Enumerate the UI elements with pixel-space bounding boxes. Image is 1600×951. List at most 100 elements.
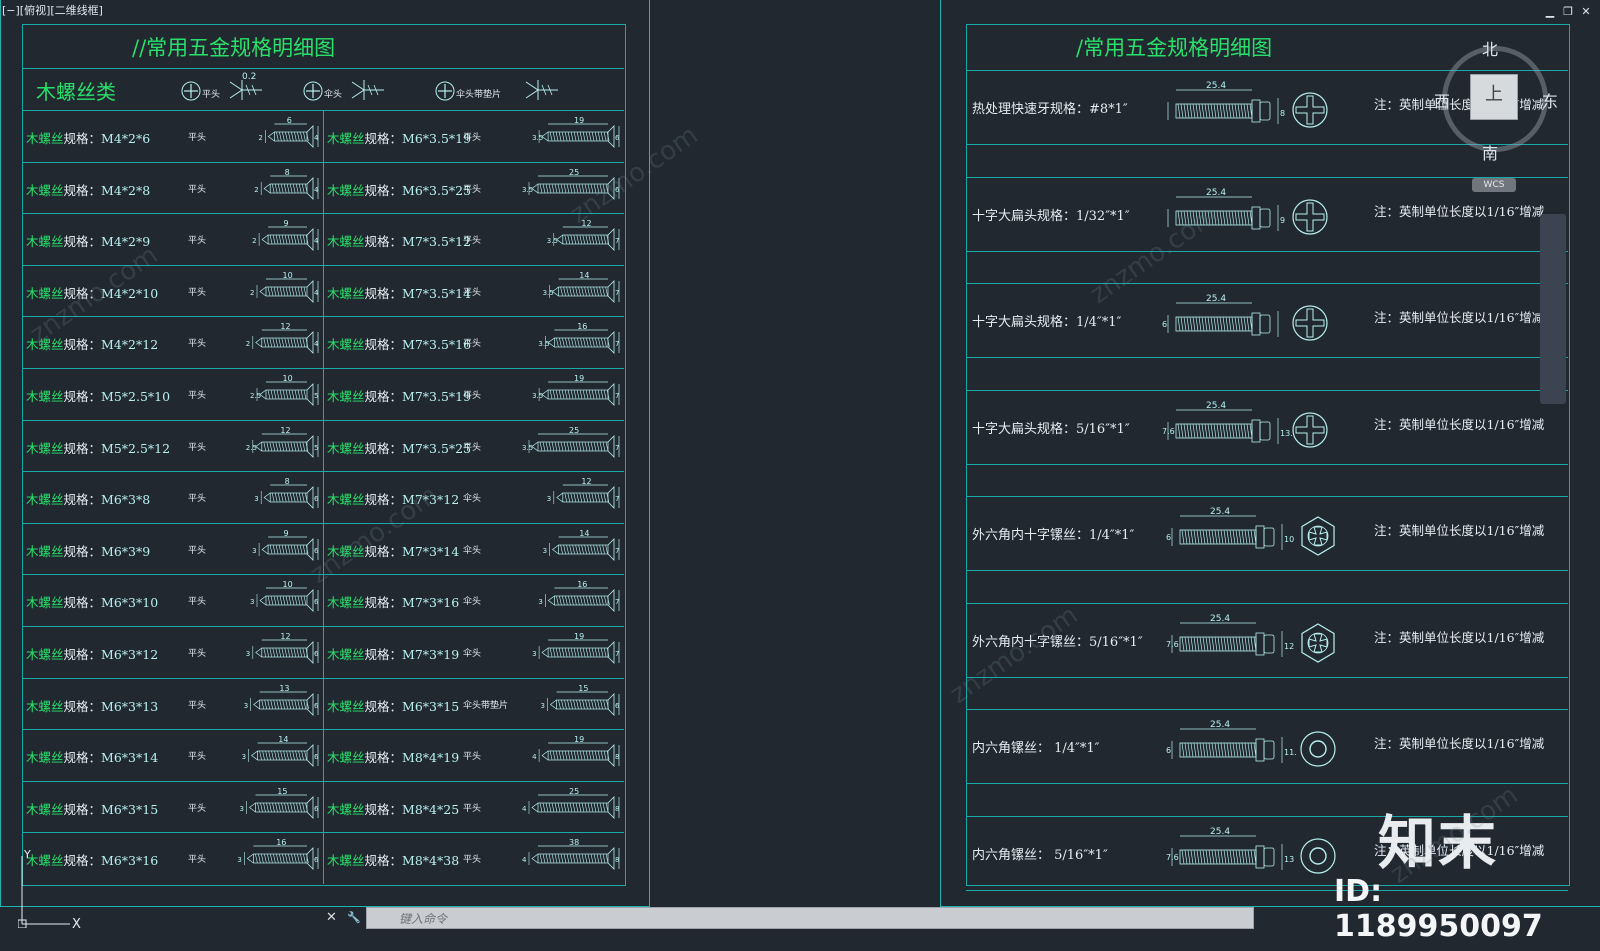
spec-label: 木螺丝规格：M6*3.5*19	[327, 128, 471, 147]
svg-text:3: 3	[254, 495, 258, 503]
row-divider	[22, 626, 323, 627]
spec-prefix: 木螺丝	[26, 543, 64, 559]
screw-diagram-icon: 13 6 3	[244, 684, 319, 716]
viewcube[interactable]: 上 北 南 西 东	[1434, 40, 1558, 163]
unit-note: 注：英制单位长度以1/16″增减	[1374, 310, 1545, 325]
row-divider	[323, 471, 624, 473]
screw-diagram-icon: 8 6 3	[254, 477, 319, 510]
screw-diagram-icon: 10 4 2	[250, 271, 319, 303]
spec-label: 木螺丝规格：M7*3*14	[327, 541, 459, 560]
spec-value: M6*3.5*19	[402, 131, 472, 146]
screw-diagram-icon: 14 7 3	[543, 529, 619, 561]
spec-value: M6*3*9	[101, 543, 151, 559]
spec-caption: 规格：	[364, 234, 403, 250]
wcs-menu[interactable]: WCS	[1472, 178, 1516, 192]
svg-text:9: 9	[284, 529, 289, 538]
spec-label: 木螺丝规格：M7*3*19	[327, 644, 459, 663]
table-row: 木螺丝规格：M6*3*15 平头 15 6 3	[22, 781, 323, 831]
spec-caption: 规格：	[364, 698, 403, 714]
spec-caption: 规格：	[63, 389, 102, 404]
spec-prefix: 木螺丝	[26, 750, 64, 766]
table-row: 外六角内十字镙丝：1/4″*1″ 25.4 10 6 注：英制单位长度以1/16″增减	[966, 496, 1568, 603]
screw-drawing: 25.4 12 7.6	[1166, 613, 1296, 677]
row-divider	[966, 463, 1568, 465]
customize-wrench-icon[interactable]: 🔧	[347, 911, 361, 924]
compass-east[interactable]: 东	[1542, 88, 1558, 112]
spec-value: M6*3.5*25	[402, 182, 472, 198]
spec-value: M8*4*38	[402, 853, 460, 869]
head-type-label: 伞头带垫片	[456, 90, 502, 100]
spec-caption: 规格：	[63, 595, 102, 611]
command-buttons: ✕ 🔧	[318, 906, 366, 930]
row-divider	[22, 316, 323, 318]
spec-caption: 规格：	[63, 440, 102, 456]
table-row: 木螺丝规格：M4*2*8 平头 8 4 2	[22, 162, 323, 212]
screw-drawing: 12 7 3.5	[514, 219, 622, 263]
spec-prefix: 木螺丝	[26, 595, 64, 611]
command-close-icon[interactable]: ✕	[326, 910, 337, 925]
spec-label: 木螺丝规格：M6*3*14	[26, 747, 158, 766]
svg-text:4: 4	[314, 134, 319, 142]
svg-text:3: 3	[538, 598, 542, 606]
screw-drawing: 19 6 3.5	[514, 116, 622, 160]
spec-value: M4*2*9	[101, 234, 151, 250]
head-type: 伞头	[463, 494, 482, 505]
spec-value: M8*4*19	[402, 750, 460, 766]
screw-drawing: 10 5 2.5	[213, 374, 321, 418]
screw-drawing: 38 8 4	[514, 838, 622, 882]
head-type: 平头	[188, 545, 207, 556]
svg-text:7: 7	[615, 598, 619, 606]
row-divider	[966, 357, 1568, 358]
svg-text:3.5: 3.5	[532, 392, 543, 400]
svg-text:X: X	[72, 917, 81, 928]
countersunk-side-icon	[351, 80, 384, 100]
table-row: 外六角内十字镙丝：5/16″*1″ 25.4 12 7.6 注：英制单位长度以1/16″…	[966, 603, 1568, 710]
svg-text:5: 5	[314, 392, 318, 400]
spec-label: 木螺丝规格：M4*2*6	[26, 128, 150, 147]
svg-text:12: 12	[280, 322, 290, 331]
svg-text:13: 13	[1284, 855, 1294, 864]
row-divider	[323, 677, 624, 679]
svg-text:6: 6	[1166, 533, 1171, 542]
screw-diagram-icon: 25 8 4	[522, 787, 619, 819]
screw-diagram-icon: 16 7 3.5	[538, 322, 619, 355]
svg-text:4: 4	[532, 753, 537, 761]
screw-side-view-icon: 25.48	[1167, 81, 1285, 124]
navigation-bar[interactable]	[1540, 214, 1566, 404]
viewcube-face-top[interactable]: 上	[1470, 74, 1518, 120]
table-row: 木螺丝规格：M7*3.5*25 平头 25 7 3.5	[323, 420, 624, 470]
socket-head-icon	[1300, 837, 1336, 874]
svg-text:6: 6	[287, 116, 292, 125]
spec-value: M7*3.5*25	[402, 440, 472, 456]
cad-workspace[interactable]: [−][俯视][二维线框] ▁ ❐ ✕ //常用五金规格明细图 木螺丝类 平头 0…	[0, 0, 1600, 951]
spec-value: M6*3*10	[101, 595, 159, 611]
command-line: ✕ 🔧 键入命令	[318, 906, 1254, 930]
spec-caption: 规格：	[364, 389, 403, 404]
screw-drawing: 19 8 4	[514, 735, 622, 779]
command-input[interactable]: 键入命令	[366, 907, 1254, 929]
table-row: 十字大扁头规格：1/4″*1″ 25.4 6 注：英制单位长度以1/16″增减	[966, 283, 1568, 390]
svg-text:4: 4	[522, 856, 527, 864]
screw-side-view-icon: 25.4 13 7.6	[1166, 827, 1294, 870]
compass-north[interactable]: 北	[1482, 36, 1498, 60]
table-row: 木螺丝规格：M7*3.5*19 平头 19 7 3.5	[323, 368, 624, 418]
spec-label: 木螺丝规格：M8*4*25	[327, 799, 459, 818]
screw-head-view	[1288, 88, 1332, 136]
spec-prefix: 木螺丝	[327, 543, 365, 559]
head-type: 平头	[188, 133, 207, 143]
table-row: 木螺丝规格：M4*2*6 平头 6 4 2	[22, 110, 323, 160]
head-type: 平头	[188, 752, 207, 763]
spec-value: M4*2*8	[101, 182, 151, 198]
row-divider	[966, 676, 1568, 678]
svg-text:25.4: 25.4	[1206, 401, 1226, 411]
spec-prefix: 木螺丝	[327, 234, 365, 250]
table-row: 木螺丝规格：M4*2*10 平头 10 4 2	[22, 265, 323, 315]
spec-value: M7*3.5*19	[402, 389, 472, 404]
resource-id: ID: 1189950097	[1334, 874, 1543, 944]
compass-south[interactable]: 南	[1482, 140, 1498, 164]
title-divider	[22, 68, 624, 69]
compass-west[interactable]: 西	[1434, 88, 1450, 112]
spec-prefix: 木螺丝	[26, 182, 64, 198]
head-type: 平头	[188, 649, 207, 659]
screw-head-view	[1288, 301, 1332, 349]
